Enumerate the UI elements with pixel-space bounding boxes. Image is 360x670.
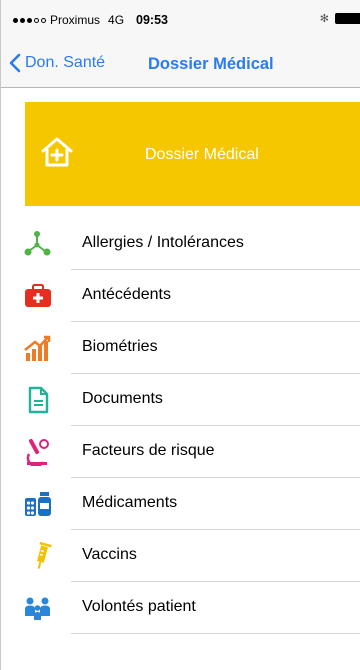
status-bar: Proximus 4G 09:53 ✻	[1, 0, 360, 40]
menu-item-facteurs-de-risque[interactable]: Facteurs de risque	[1, 426, 360, 478]
medical-kit-icon	[23, 282, 53, 310]
menu-item-vaccins[interactable]: Vaccins	[1, 530, 360, 582]
menu-item-label: Volontés patient	[82, 598, 196, 615]
molecule-icon	[23, 230, 53, 258]
menu-item-label: Médicaments	[82, 494, 178, 511]
syringe-icon	[23, 542, 53, 570]
menu-item-documents[interactable]: Documents	[1, 374, 360, 426]
menu-item-allergies[interactable]: Allergies / Intolérances	[1, 218, 360, 270]
family-icon	[23, 594, 53, 622]
bluetooth-icon: ✻	[319, 13, 329, 25]
menu-item-label: Facteurs de risque	[82, 442, 215, 459]
home-medical-icon	[41, 137, 73, 167]
menu-item-antecedents[interactable]: Antécédents	[1, 270, 360, 322]
growth-chart-icon	[23, 334, 53, 362]
section-banner: Dossier Médical	[25, 102, 360, 206]
signal-strength-icon	[13, 17, 46, 23]
banner-title: Dossier Médical	[145, 146, 259, 163]
menu-item-biometries[interactable]: Biométries	[1, 322, 360, 374]
clock: 09:53	[136, 13, 169, 27]
carrier-name: Proximus	[50, 13, 101, 27]
menu-item-label: Allergies / Intolérances	[82, 234, 244, 251]
chevron-left-icon	[9, 53, 21, 73]
status-left: Proximus 4G 09:53	[13, 13, 168, 27]
menu-item-label: Vaccins	[82, 546, 137, 563]
navigation-bar: Don. Santé Dossier Médical	[1, 40, 360, 88]
medication-icon	[23, 490, 53, 518]
menu-item-label: Documents	[82, 390, 163, 407]
menu-item-medicaments[interactable]: Médicaments	[1, 478, 360, 530]
back-button[interactable]: Don. Santé	[9, 53, 105, 73]
back-button-label: Don. Santé	[25, 54, 106, 71]
menu-item-label: Biométries	[82, 338, 158, 355]
menu-list: Allergies / Intolérances Antécédents Bio…	[1, 218, 360, 634]
battery-icon	[335, 13, 360, 24]
network-type: 4G	[108, 13, 125, 27]
menu-item-label: Antécédents	[82, 286, 171, 303]
divider	[71, 633, 360, 634]
document-icon	[23, 386, 53, 414]
app-screen: Proximus 4G 09:53 ✻ Don. Santé Dossier M…	[0, 0, 360, 670]
menu-item-volontes-patient[interactable]: Volontés patient	[1, 582, 360, 634]
microscope-icon	[23, 438, 53, 466]
page-title: Dossier Médical	[148, 55, 274, 73]
status-right: ✻	[320, 12, 360, 25]
